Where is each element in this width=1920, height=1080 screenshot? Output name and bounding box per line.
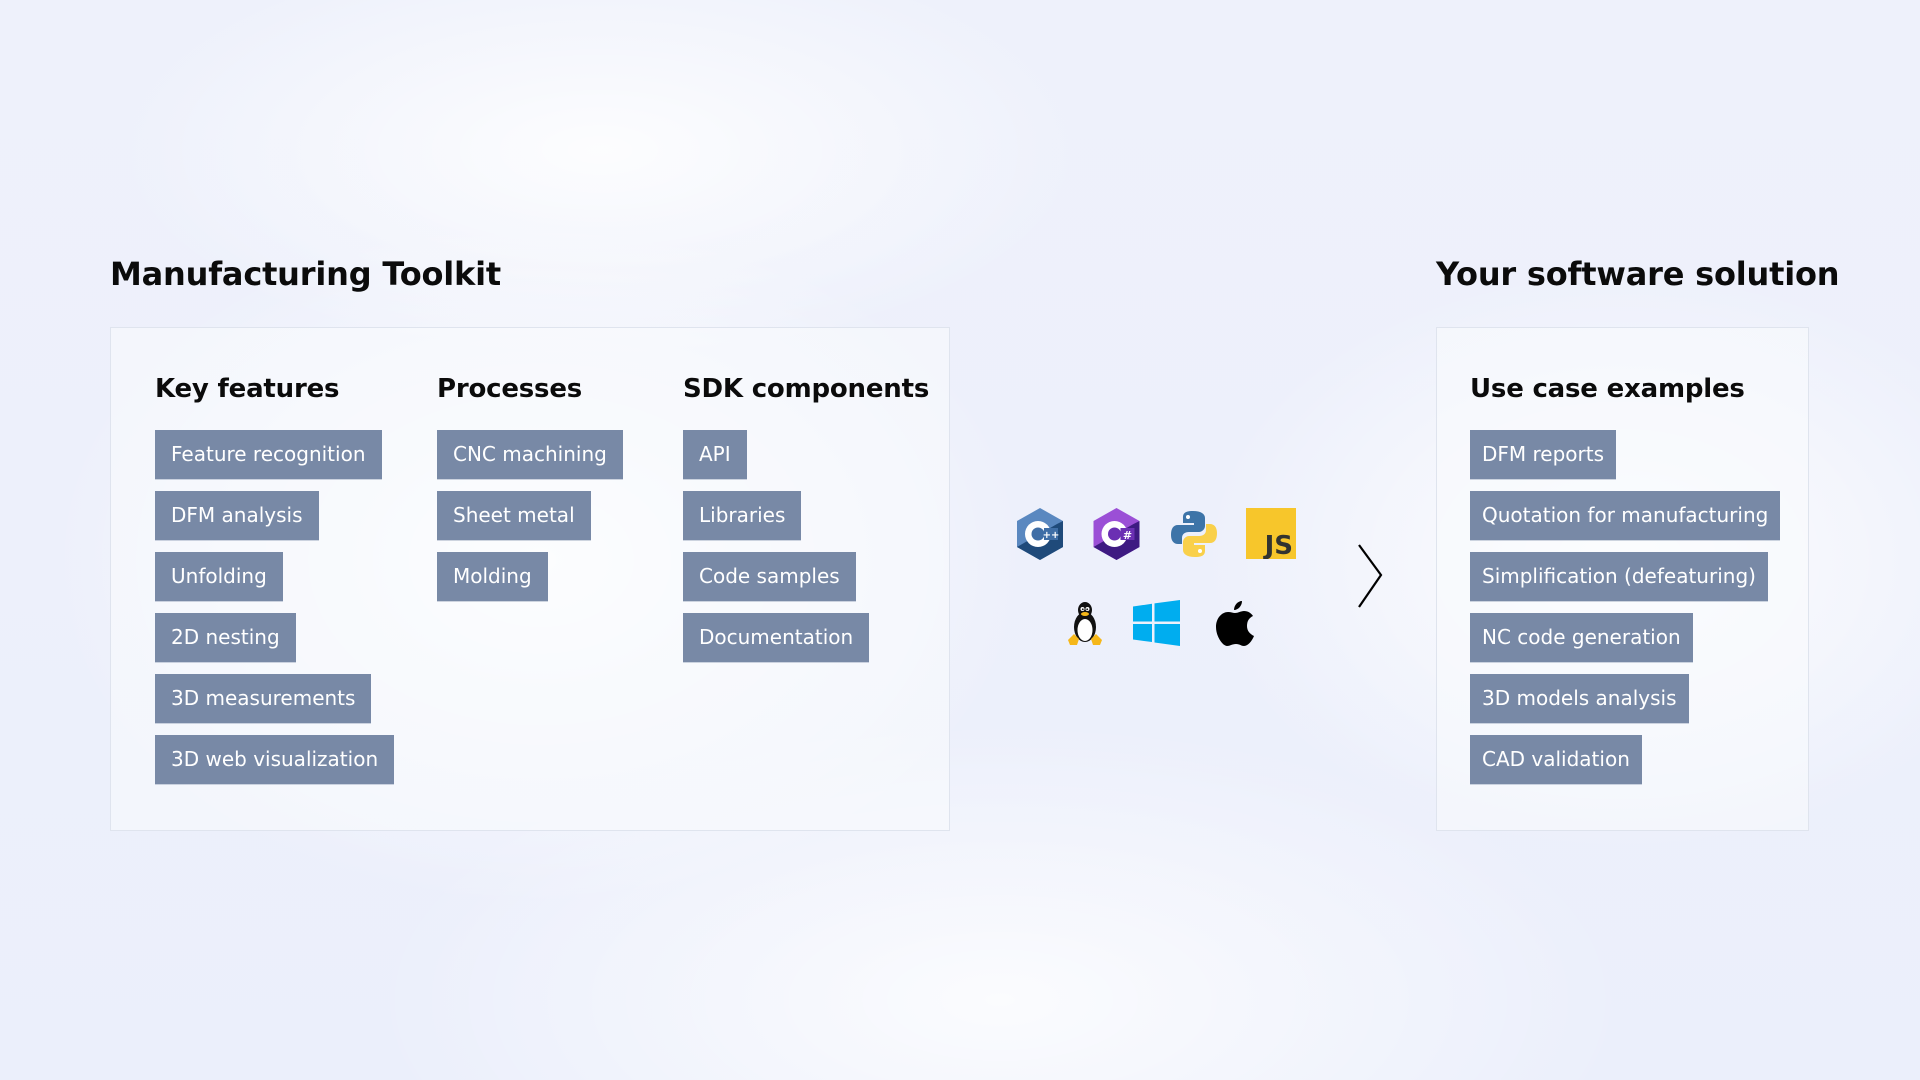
sdk-components-heading: SDK components xyxy=(683,374,930,404)
processes-list: CNC machining Sheet metal Molding xyxy=(437,430,623,601)
tag-2d-nesting[interactable]: 2D nesting xyxy=(155,613,296,662)
python-icon xyxy=(1171,510,1217,558)
processes-heading: Processes xyxy=(437,374,583,404)
tag-api[interactable]: API xyxy=(683,430,747,479)
tag-sheet-metal[interactable]: Sheet metal xyxy=(437,491,591,540)
key-features-list: Feature recognition DFM analysis Unfoldi… xyxy=(155,430,395,784)
manufacturing-toolkit-panel: Key features Feature recognition DFM ana… xyxy=(110,327,950,831)
tag-simplification-defeaturing[interactable]: Simplification (defeaturing) xyxy=(1470,552,1768,601)
tag-code-samples[interactable]: Code samples xyxy=(683,552,856,601)
use-case-list: DFM reports Quotation for manufacturing … xyxy=(1470,430,1781,784)
chevron-right-icon xyxy=(1352,540,1388,612)
svg-text:#: # xyxy=(1123,529,1132,542)
tag-feature-recognition[interactable]: Feature recognition xyxy=(155,430,382,479)
javascript-icon: JS xyxy=(1246,508,1296,559)
sdk-components-list: API Libraries Code samples Documentation xyxy=(683,430,929,662)
tag-unfolding[interactable]: Unfolding xyxy=(155,552,283,601)
tag-libraries[interactable]: Libraries xyxy=(683,491,802,540)
manufacturing-toolkit-title: Manufacturing Toolkit xyxy=(110,255,502,293)
tag-dfm-reports[interactable]: DFM reports xyxy=(1470,430,1617,479)
tag-dfm-analysis[interactable]: DFM analysis xyxy=(155,491,319,540)
key-features-heading: Key features xyxy=(155,374,340,404)
svg-text:JS: JS xyxy=(1263,531,1293,559)
apple-icon xyxy=(1216,600,1254,646)
windows-icon xyxy=(1133,600,1180,646)
use-case-column: Use case examples DFM reports Quotation … xyxy=(1470,374,1781,784)
use-case-heading: Use case examples xyxy=(1470,374,1745,404)
tag-3d-web-visualization[interactable]: 3D web visualization xyxy=(155,735,395,784)
tag-cad-validation[interactable]: CAD validation xyxy=(1470,735,1642,784)
cpp-icon: ++ xyxy=(1017,508,1063,560)
tag-cnc-machining[interactable]: CNC machining xyxy=(437,430,623,479)
linux-icon xyxy=(1067,601,1103,646)
processes-column: Processes CNC machining Sheet metal Mold… xyxy=(437,374,623,601)
software-solution-panel: Use case examples DFM reports Quotation … xyxy=(1436,327,1809,831)
svg-text:++: ++ xyxy=(1043,530,1060,541)
key-features-column: Key features Feature recognition DFM ana… xyxy=(155,374,395,784)
csharp-icon: # xyxy=(1093,508,1140,560)
tag-3d-measurements[interactable]: 3D measurements xyxy=(155,674,372,723)
software-solution-title: Your software solution xyxy=(1436,255,1840,293)
tag-molding[interactable]: Molding xyxy=(437,552,548,601)
tag-quotation-for-manufacturing[interactable]: Quotation for manufacturing xyxy=(1470,491,1781,540)
sdk-components-column: SDK components API Libraries Code sample… xyxy=(683,374,929,662)
tag-3d-models-analysis[interactable]: 3D models analysis xyxy=(1470,674,1689,723)
tag-documentation[interactable]: Documentation xyxy=(683,613,870,662)
tag-nc-code-generation[interactable]: NC code generation xyxy=(1470,613,1693,662)
